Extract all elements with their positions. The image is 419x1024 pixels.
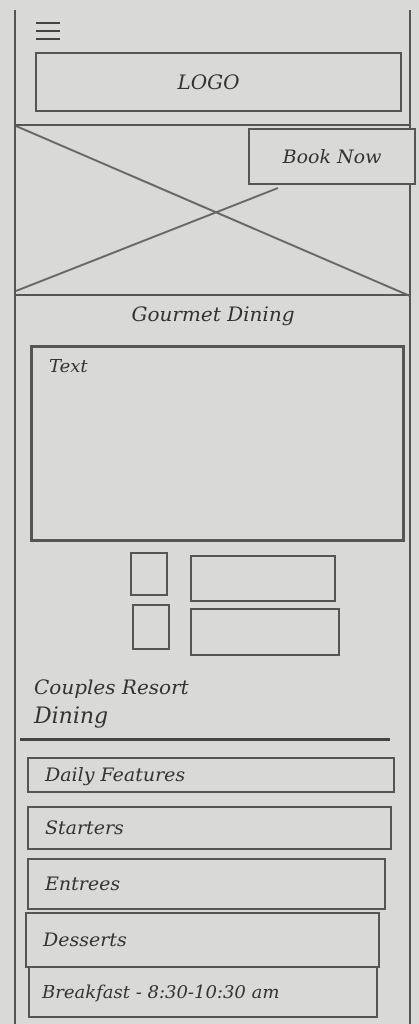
checkbox[interactable]: [132, 604, 170, 650]
text-placeholder: Text: [49, 356, 88, 377]
menu-title: Couples Resort Dining: [34, 672, 189, 732]
checkbox[interactable]: [130, 552, 168, 596]
menu-item-label: Entrees: [45, 873, 121, 895]
menu-title-line2: Dining: [34, 704, 109, 729]
menu-item-label: Starters: [45, 817, 124, 839]
logo-text: LOGO: [177, 70, 240, 94]
menu-item-starters[interactable]: Starters: [27, 806, 392, 850]
divider: [20, 738, 390, 741]
book-now-label: Book Now: [282, 145, 382, 168]
menu-item-breakfast[interactable]: Breakfast - 8:30-10:30 am: [28, 966, 378, 1018]
menu-item-entrees[interactable]: Entrees: [27, 858, 386, 910]
hamburger-icon[interactable]: [36, 22, 60, 42]
menu-title-line1: Couples Resort: [34, 675, 189, 699]
text-block: Text: [30, 345, 405, 542]
menu-item-label: Breakfast - 8:30-10:30 am: [42, 981, 280, 1003]
option-field[interactable]: [190, 555, 336, 602]
logo[interactable]: LOGO: [35, 52, 402, 112]
menu-item-desserts[interactable]: Desserts: [25, 912, 380, 968]
option-field[interactable]: [190, 608, 340, 656]
book-now-button[interactable]: Book Now: [248, 128, 416, 185]
menu-item-daily-features[interactable]: Daily Features: [27, 757, 395, 793]
menu-item-label: Daily Features: [45, 764, 186, 786]
section-title: Gourmet Dining: [131, 302, 295, 326]
menu-item-label: Desserts: [43, 929, 127, 951]
